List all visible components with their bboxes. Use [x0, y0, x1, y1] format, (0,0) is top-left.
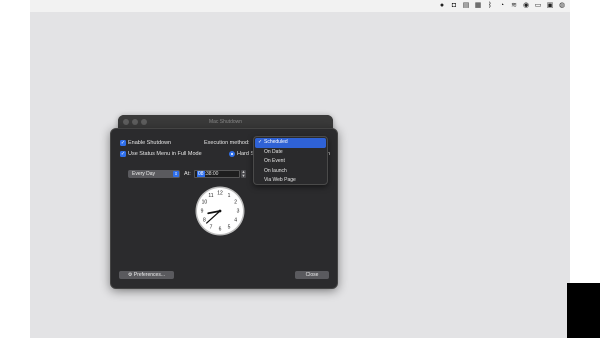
- execution-method-menu[interactable]: ✓ Scheduled On Date On Event On launch V…: [253, 136, 328, 185]
- chevron-updown-icon: ⇕: [173, 171, 179, 177]
- time-hour-segment[interactable]: 08: [197, 171, 205, 177]
- clock-numeral: 3: [237, 209, 240, 215]
- clock-numeral: 5: [228, 224, 231, 230]
- wifi-icon[interactable]: ≋: [510, 0, 518, 12]
- clock-numeral: 7: [210, 224, 213, 230]
- clock-numeral: 11: [208, 193, 213, 199]
- background-window-title: Mac Shutdown: [208, 119, 243, 125]
- status-menu-checkbox[interactable]: ✓: [120, 151, 126, 157]
- camera-icon[interactable]: ◘: [450, 0, 458, 12]
- preferences-button-label: Preferences...: [133, 272, 165, 278]
- menu-item-label: On launch: [264, 167, 287, 174]
- menu-item-on-date[interactable]: On Date: [255, 148, 326, 158]
- menu-item-on-launch[interactable]: On launch: [255, 167, 326, 177]
- preferences-button[interactable]: ⚙ Preferences...: [119, 271, 174, 279]
- bluetooth-icon[interactable]: ᛒ: [486, 0, 494, 12]
- schedule-select-value: Every Day: [132, 171, 156, 177]
- schedule-select[interactable]: Every Day ⇕: [128, 170, 180, 178]
- control-center-icon[interactable]: ◍: [558, 0, 566, 12]
- status-menu-label: Use Status Menu in Full Mode: [128, 150, 202, 157]
- gear-icon: ⚙: [127, 272, 133, 278]
- menu-item-via-web-page[interactable]: Via Web Page: [255, 176, 326, 186]
- clock-icon[interactable]: ◔: [498, 0, 506, 12]
- time-stepper[interactable]: ▲ ▼: [241, 170, 246, 178]
- clock-numeral: 8: [203, 218, 206, 224]
- display-icon[interactable]: ▣: [546, 0, 554, 12]
- clock-numeral: 9: [201, 209, 204, 215]
- hard-shutdown-label: Hard S: [237, 150, 255, 157]
- clock-numeral: 4: [234, 218, 237, 224]
- clock-numeral: 2: [234, 200, 237, 206]
- hard-shutdown-radio[interactable]: [229, 151, 235, 157]
- screen-corner-artifact: [567, 283, 600, 338]
- user-icon[interactable]: ◉: [522, 0, 530, 12]
- notes-icon[interactable]: ▤: [462, 0, 470, 12]
- at-label: At:: [184, 170, 191, 177]
- menu-item-scheduled[interactable]: ✓ Scheduled: [255, 138, 326, 148]
- menu-item-on-event[interactable]: On Event: [255, 157, 326, 167]
- menu-item-label: On Date: [264, 148, 283, 155]
- calculator-icon[interactable]: ▦: [474, 0, 482, 12]
- menu-item-label: On Event: [264, 158, 285, 164]
- background-window-titlebar: Mac Shutdown: [118, 115, 333, 129]
- execution-method-label: Execution method:: [204, 139, 250, 146]
- time-rest-segment[interactable]: :38:00: [205, 171, 219, 177]
- clock-center: [218, 209, 222, 213]
- menu-item-label: Via Web Page: [264, 177, 296, 183]
- checkmark-icon: ✓: [258, 139, 263, 145]
- clock-numeral: 6: [219, 227, 222, 233]
- screen-border-left: [0, 0, 30, 338]
- analog-clock: 1234567891011 12: [195, 186, 245, 236]
- clock-numeral: 1: [228, 193, 231, 199]
- enable-shutdown-label: Enable Shutdown: [128, 139, 172, 146]
- record-icon[interactable]: ●: [438, 0, 446, 12]
- menu-bar: ● ◘ ▤ ▦ ᛒ ◔ ≋ ◉ ▭ ▣ ◍: [30, 0, 570, 12]
- clock-numeral: 10: [202, 200, 208, 206]
- close-button[interactable]: Close: [295, 271, 329, 279]
- enable-shutdown-checkbox[interactable]: ✓: [120, 140, 126, 146]
- menu-item-label: Scheduled: [264, 139, 288, 145]
- clock-numeral: 12: [217, 191, 223, 197]
- time-field[interactable]: 08:38:00: [194, 170, 240, 178]
- battery-icon[interactable]: ▭: [534, 0, 542, 12]
